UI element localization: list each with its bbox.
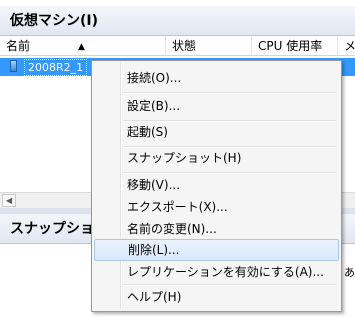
column-header-state[interactable]: 状態 [166, 37, 252, 55]
vm-pane-title: 仮想マシン(I) [0, 6, 355, 36]
menu-item-move[interactable]: 移動(V)... [94, 174, 339, 196]
menu-item-enable-replication[interactable]: レプリケーションを有効にする(A)... [94, 261, 339, 283]
column-header-state-label: 状態 [172, 39, 197, 53]
menu-item-connect[interactable]: 接続(O)... [94, 67, 339, 89]
menu-item-rename[interactable]: 名前の変更(N)... [94, 218, 339, 240]
vm-name: 2008R2_1 [24, 59, 88, 76]
vm-column-headers: 名前 ▲ 状態 CPU 使用率 メ [0, 37, 355, 56]
menu-separator [123, 92, 336, 94]
column-header-name[interactable]: 名前 ▲ [0, 37, 166, 55]
menu-item-start[interactable]: 起動(S) [94, 121, 339, 143]
menu-item-export[interactable]: エクスポート(X)... [94, 196, 339, 218]
snapshot-pane-text: あ [344, 266, 355, 279]
menu-item-snapshot[interactable]: スナップショット(H) [94, 147, 339, 169]
menu-item-settings[interactable]: 設定(B)... [94, 95, 339, 117]
column-header-cpu[interactable]: CPU 使用率 [252, 37, 338, 55]
column-header-cpu-label: CPU 使用率 [258, 39, 323, 53]
menu-item-help[interactable]: ヘルプ(H) [94, 286, 339, 308]
sort-ascending-icon: ▲ [78, 42, 85, 52]
menu-item-delete[interactable]: 削除(L)... [94, 239, 339, 261]
column-header-memory[interactable]: メ [338, 37, 355, 55]
column-header-name-label: 名前 [6, 39, 31, 53]
context-menu: 接続(O)... 設定(B)... 起動(S) スナップショット(H) 移動(V… [91, 60, 342, 312]
column-header-memory-label: メ [344, 39, 355, 53]
virtual-machine-icon [10, 60, 17, 72]
scroll-left-icon[interactable]: ◀ [2, 194, 16, 207]
